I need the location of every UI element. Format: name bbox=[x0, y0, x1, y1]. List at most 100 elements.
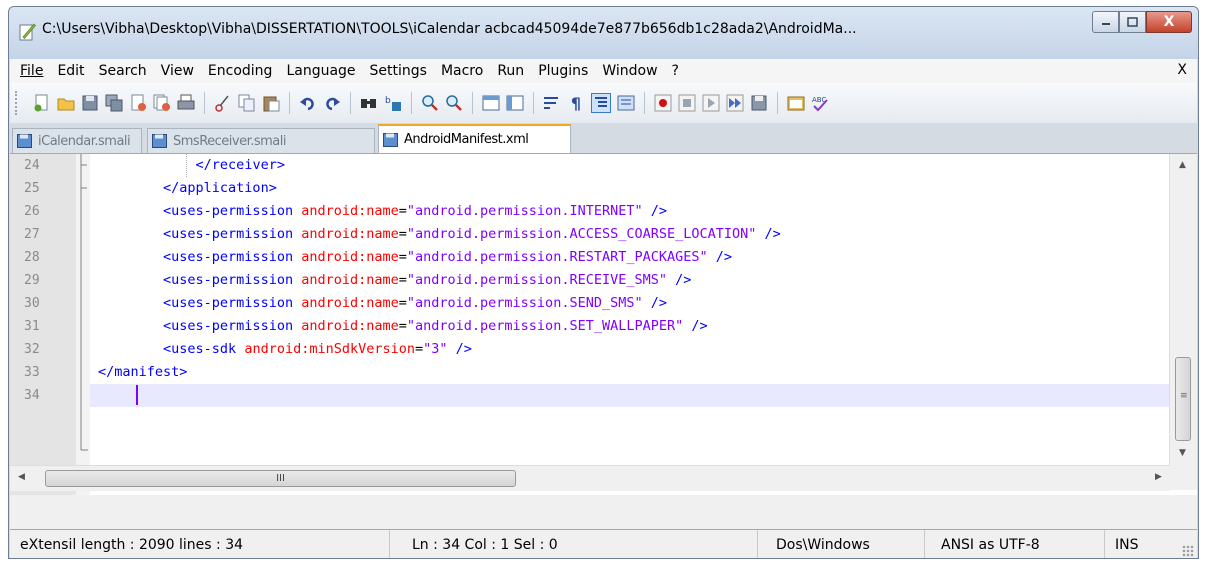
copy-icon[interactable] bbox=[238, 94, 256, 112]
code-token: /> bbox=[666, 272, 692, 288]
code-line[interactable]: </receiver> bbox=[90, 154, 1170, 177]
save-all-icon[interactable] bbox=[105, 94, 123, 112]
toolbar-separator bbox=[350, 92, 351, 114]
menu-edit[interactable]: Edit bbox=[50, 63, 91, 79]
saved-file-icon bbox=[383, 132, 398, 147]
code-line[interactable]: <uses-permission android:name="android.p… bbox=[90, 246, 1170, 269]
zoom-out-icon[interactable] bbox=[445, 94, 463, 112]
code-line[interactable]: <uses-permission android:name="android.p… bbox=[90, 223, 1170, 246]
code-token: </application> bbox=[163, 180, 277, 196]
status-eol-format: Dos\Windows bbox=[758, 530, 925, 558]
code-token: android:name bbox=[301, 318, 399, 334]
tab-label: SmsReceiver.smali bbox=[173, 133, 287, 149]
close-icon[interactable] bbox=[129, 94, 147, 112]
text-caret bbox=[136, 385, 138, 405]
record-macro-icon[interactable] bbox=[654, 94, 672, 112]
paste-icon[interactable] bbox=[262, 94, 280, 112]
menu-bar: File Edit Search View Encoding Language … bbox=[10, 59, 1197, 83]
menu-run[interactable]: Run bbox=[490, 63, 531, 79]
code-token: "android.permission.INTERNET" bbox=[406, 203, 643, 219]
code-line[interactable]: <uses-permission android:name="android.p… bbox=[90, 200, 1170, 223]
tab-androidmanifest-xml[interactable]: AndroidManifest.xml bbox=[378, 124, 571, 153]
scroll-down-arrow-icon[interactable]: ▼ bbox=[1179, 448, 1186, 458]
line-number: 34 bbox=[24, 388, 40, 403]
run-macro-multiple-icon[interactable] bbox=[726, 94, 744, 112]
print-icon[interactable] bbox=[177, 94, 195, 112]
code-line[interactable]: <uses-sdk android:minSdkVersion="3" /> bbox=[90, 338, 1170, 361]
spell-check-icon[interactable]: ABC bbox=[811, 94, 829, 112]
vertical-scrollbar[interactable]: ▲ ≡ ▼ bbox=[1169, 154, 1197, 465]
tab-icalendar-smali[interactable]: iCalendar.smali bbox=[12, 128, 142, 153]
menu-help[interactable]: ? bbox=[665, 63, 686, 79]
show-all-characters-icon[interactable]: ¶ bbox=[567, 94, 585, 113]
open-file-icon[interactable] bbox=[57, 94, 75, 112]
replace-icon[interactable]: b bbox=[384, 94, 402, 112]
menu-file[interactable]: File bbox=[10, 63, 50, 79]
toolbar: b ¶ ABC bbox=[10, 83, 1197, 123]
user-defined-language-icon[interactable] bbox=[617, 94, 635, 112]
fold-margin[interactable] bbox=[76, 154, 90, 496]
menu-encoding[interactable]: Encoding bbox=[201, 63, 280, 79]
scroll-left-arrow-icon[interactable]: ◀ bbox=[18, 472, 25, 482]
sync-horizontal-icon[interactable] bbox=[506, 94, 524, 112]
title-bar[interactable]: C:\Users\Vibha\Desktop\Vibha\DISSERTATIO… bbox=[9, 7, 1198, 59]
new-file-icon[interactable] bbox=[33, 94, 51, 112]
code-line[interactable]: </application> bbox=[90, 177, 1170, 200]
menu-window[interactable]: Window bbox=[595, 63, 664, 79]
scroll-corner bbox=[1170, 465, 1197, 490]
tab-smsreceiver-smali[interactable]: SmsReceiver.smali bbox=[147, 128, 375, 153]
line-number: 24 bbox=[24, 158, 40, 173]
close-document-button[interactable]: X bbox=[1177, 62, 1187, 78]
code-token: android:name bbox=[301, 249, 399, 265]
sync-vertical-icon[interactable] bbox=[482, 94, 500, 112]
line-number: 30 bbox=[24, 296, 40, 311]
code-line[interactable]: <uses-permission android:name="android.p… bbox=[90, 269, 1170, 292]
horizontal-scrollbar[interactable]: ◀ III ▶ bbox=[10, 465, 1170, 491]
code-token: <uses-permission bbox=[163, 295, 302, 311]
close-all-icon[interactable] bbox=[153, 94, 171, 112]
minimize-button[interactable] bbox=[1092, 11, 1119, 33]
scroll-up-arrow-icon[interactable]: ▲ bbox=[1179, 160, 1186, 170]
close-window-button[interactable]: X bbox=[1146, 11, 1192, 33]
code-token: "android.permission.RESTART_PACKAGES" bbox=[406, 249, 708, 265]
stop-macro-icon[interactable] bbox=[678, 94, 696, 112]
word-wrap-icon[interactable] bbox=[543, 94, 561, 112]
find-icon[interactable] bbox=[360, 94, 378, 112]
code-token: android:name bbox=[301, 226, 399, 242]
code-editor[interactable]: 24 25 26 27 28 29 30 31 32 33 34 </receiver> </app… bbox=[10, 153, 1197, 496]
save-icon[interactable] bbox=[81, 94, 99, 112]
code-line[interactable]: </manifest> bbox=[90, 361, 1170, 384]
launch-browser-icon[interactable] bbox=[787, 94, 805, 112]
saved-file-icon bbox=[17, 134, 32, 148]
redo-icon[interactable] bbox=[323, 94, 341, 112]
status-insert-mode: INS bbox=[1115, 537, 1139, 553]
code-token: <uses-permission bbox=[163, 318, 302, 334]
zoom-in-icon[interactable] bbox=[421, 94, 439, 112]
menu-plugins[interactable]: Plugins bbox=[531, 63, 595, 79]
menu-macro[interactable]: Macro bbox=[434, 63, 490, 79]
code-line[interactable]: <uses-permission android:name="android.p… bbox=[90, 292, 1170, 315]
maximize-button[interactable] bbox=[1119, 11, 1146, 33]
code-text-area[interactable]: </receiver> </application> <uses-permiss… bbox=[90, 154, 1170, 496]
toolbar-grip[interactable] bbox=[15, 91, 20, 115]
code-token: /> bbox=[707, 249, 733, 265]
menu-view[interactable]: View bbox=[154, 63, 201, 79]
code-line[interactable]: <uses-permission android:name="android.p… bbox=[90, 315, 1170, 338]
menu-search[interactable]: Search bbox=[92, 63, 154, 79]
resize-grip-icon[interactable] bbox=[1182, 545, 1194, 557]
undo-icon[interactable] bbox=[299, 94, 317, 112]
menu-settings[interactable]: Settings bbox=[363, 63, 434, 79]
play-macro-icon[interactable] bbox=[702, 94, 720, 112]
save-macro-icon[interactable] bbox=[750, 94, 768, 112]
indent-guide-icon[interactable] bbox=[591, 93, 611, 113]
cut-icon[interactable] bbox=[214, 94, 232, 112]
horizontal-scroll-thumb[interactable]: III bbox=[45, 470, 516, 487]
vertical-scroll-thumb[interactable]: ≡ bbox=[1175, 357, 1191, 441]
code-line[interactable] bbox=[90, 384, 1170, 407]
notepad-app-icon bbox=[19, 23, 36, 41]
scroll-right-arrow-icon[interactable]: ▶ bbox=[1155, 472, 1162, 482]
menu-language[interactable]: Language bbox=[279, 63, 362, 79]
